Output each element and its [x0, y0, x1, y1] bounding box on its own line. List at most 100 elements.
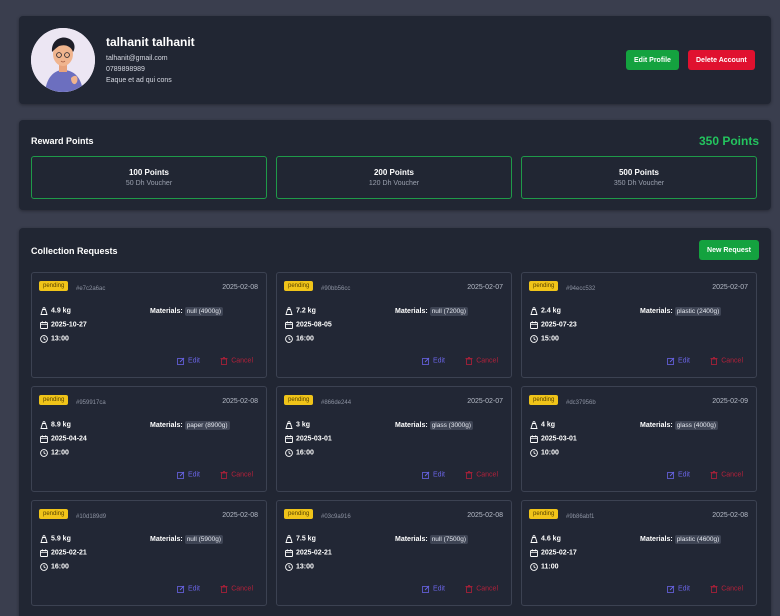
request-created-date: 2025-02-08: [222, 398, 258, 405]
trash-icon: [220, 471, 231, 479]
edit-label: Edit: [432, 471, 445, 479]
edit-request-button[interactable]: Edit: [177, 471, 200, 479]
request-id: #e7c2a6ac: [76, 286, 106, 292]
profile-panel: talhanit talhanit talhanit@gmail.com 078…: [19, 16, 771, 104]
request-weight: 4 kg: [541, 421, 556, 429]
cancel-request-button[interactable]: Cancel: [465, 585, 498, 593]
calendar-icon: [40, 321, 51, 329]
request-weight: 4.6 kg: [541, 535, 561, 543]
edit-request-button[interactable]: Edit: [422, 471, 445, 479]
edit-profile-button[interactable]: Edit Profile: [626, 50, 679, 70]
profile-name: talhanit talhanit: [106, 35, 195, 49]
calendar-icon: [530, 321, 541, 329]
request-id: #866de244: [321, 400, 352, 406]
edit-icon: [177, 585, 188, 593]
edit-label: Edit: [187, 471, 200, 479]
trash-icon: [465, 585, 476, 593]
reward-points: 200 Points: [373, 168, 414, 177]
edit-request-button[interactable]: Edit: [667, 357, 690, 365]
points-total: 350 Points: [698, 134, 759, 148]
edit-icon: [422, 585, 433, 593]
time-row: 15:00: [530, 335, 559, 343]
reward-points: 500 Points: [618, 168, 659, 177]
edit-request-button[interactable]: Edit: [422, 357, 445, 365]
time-row: 11:00: [530, 563, 559, 571]
request-created-date: 2025-02-08: [222, 284, 258, 291]
calendar-icon: [530, 435, 541, 443]
materials-label: Materials:: [150, 422, 183, 429]
request-created-date: 2025-02-08: [222, 512, 258, 519]
cancel-request-button[interactable]: Cancel: [465, 357, 498, 365]
edit-label: Edit: [187, 357, 200, 365]
cancel-request-button[interactable]: Cancel: [465, 471, 498, 479]
request-id: #9b86abf1: [566, 514, 595, 520]
pickup-date: 2025-02-17: [541, 549, 577, 557]
edit-request-button[interactable]: Edit: [667, 585, 690, 593]
materials-row: Materials: plastic (4600g): [640, 535, 722, 544]
materials-label: Materials:: [150, 308, 183, 315]
weight-row: 4.6 kg: [530, 535, 561, 543]
materials-label: Materials:: [640, 308, 673, 315]
delete-account-button[interactable]: Delete Account: [688, 50, 755, 70]
request-created-date: 2025-02-07: [467, 284, 503, 291]
trash-icon: [220, 357, 231, 365]
reward-option-100[interactable]: 100 Points 50 Dh Voucher: [31, 156, 267, 199]
weight-row: 2.4 kg: [530, 307, 561, 315]
profile-email: talhanit@gmail.com: [106, 55, 168, 62]
reward-option-200[interactable]: 200 Points 120 Dh Voucher: [276, 156, 512, 199]
edit-icon: [422, 357, 433, 365]
request-card: pending #03c9a916 2025-02-08 7.5 kg Material…: [276, 500, 512, 606]
cancel-request-button[interactable]: Cancel: [220, 471, 253, 479]
profile-phone: 0789898989: [106, 66, 145, 73]
request-weight: 7.2 kg: [296, 307, 316, 315]
clock-icon: [530, 563, 541, 571]
cancel-label: Cancel: [231, 471, 253, 479]
pickup-time: 15:00: [541, 335, 559, 343]
request-id: #94ecc532: [566, 286, 596, 292]
request-weight: 2.4 kg: [541, 307, 561, 315]
date-row: 2025-07-23: [530, 321, 577, 329]
request-id: #dc37956b: [566, 400, 596, 406]
materials-value: null (4900g): [184, 307, 224, 316]
edit-request-button[interactable]: Edit: [177, 585, 200, 593]
edit-request-button[interactable]: Edit: [667, 471, 690, 479]
cancel-request-button[interactable]: Cancel: [710, 585, 743, 593]
reward-points: 100 Points: [128, 168, 169, 177]
trash-icon: [465, 471, 476, 479]
edit-label: Edit: [432, 585, 445, 593]
weight-row: 7.2 kg: [285, 307, 316, 315]
clock-icon: [285, 449, 296, 457]
edit-icon: [667, 471, 678, 479]
edit-request-button[interactable]: Edit: [177, 357, 200, 365]
cancel-label: Cancel: [476, 585, 498, 593]
cancel-label: Cancel: [721, 585, 743, 593]
pickup-time: 12:00: [51, 449, 69, 457]
cancel-request-button[interactable]: Cancel: [220, 585, 253, 593]
time-row: 12:00: [40, 449, 69, 457]
edit-request-button[interactable]: Edit: [422, 585, 445, 593]
pickup-time: 13:00: [296, 563, 314, 571]
weight-icon: [40, 421, 51, 429]
clock-icon: [40, 335, 51, 343]
cancel-request-button[interactable]: Cancel: [220, 357, 253, 365]
cancel-request-button[interactable]: Cancel: [710, 357, 743, 365]
weight-row: 5.9 kg: [40, 535, 71, 543]
date-row: 2025-02-21: [285, 549, 332, 557]
time-row: 16:00: [40, 563, 69, 571]
clock-icon: [285, 563, 296, 571]
materials-label: Materials:: [395, 422, 428, 429]
time-row: 16:00: [285, 335, 314, 343]
request-id: #03c9a916: [321, 514, 351, 520]
request-id: #10d189d9: [76, 514, 107, 520]
request-card: pending #866de244 2025-02-07 3 kg Materials:…: [276, 386, 512, 492]
new-request-button[interactable]: New Request: [699, 240, 759, 260]
cancel-request-button[interactable]: Cancel: [710, 471, 743, 479]
edit-icon: [177, 357, 188, 365]
materials-label: Materials:: [395, 308, 428, 315]
materials-value: glass (4000g): [674, 421, 719, 430]
reward-option-500[interactable]: 500 Points 350 Dh Voucher: [521, 156, 757, 199]
pickup-date: 2025-08-05: [296, 321, 332, 329]
date-row: 2025-08-05: [285, 321, 332, 329]
request-weight: 4.9 kg: [51, 307, 71, 315]
request-weight: 3 kg: [296, 421, 311, 429]
